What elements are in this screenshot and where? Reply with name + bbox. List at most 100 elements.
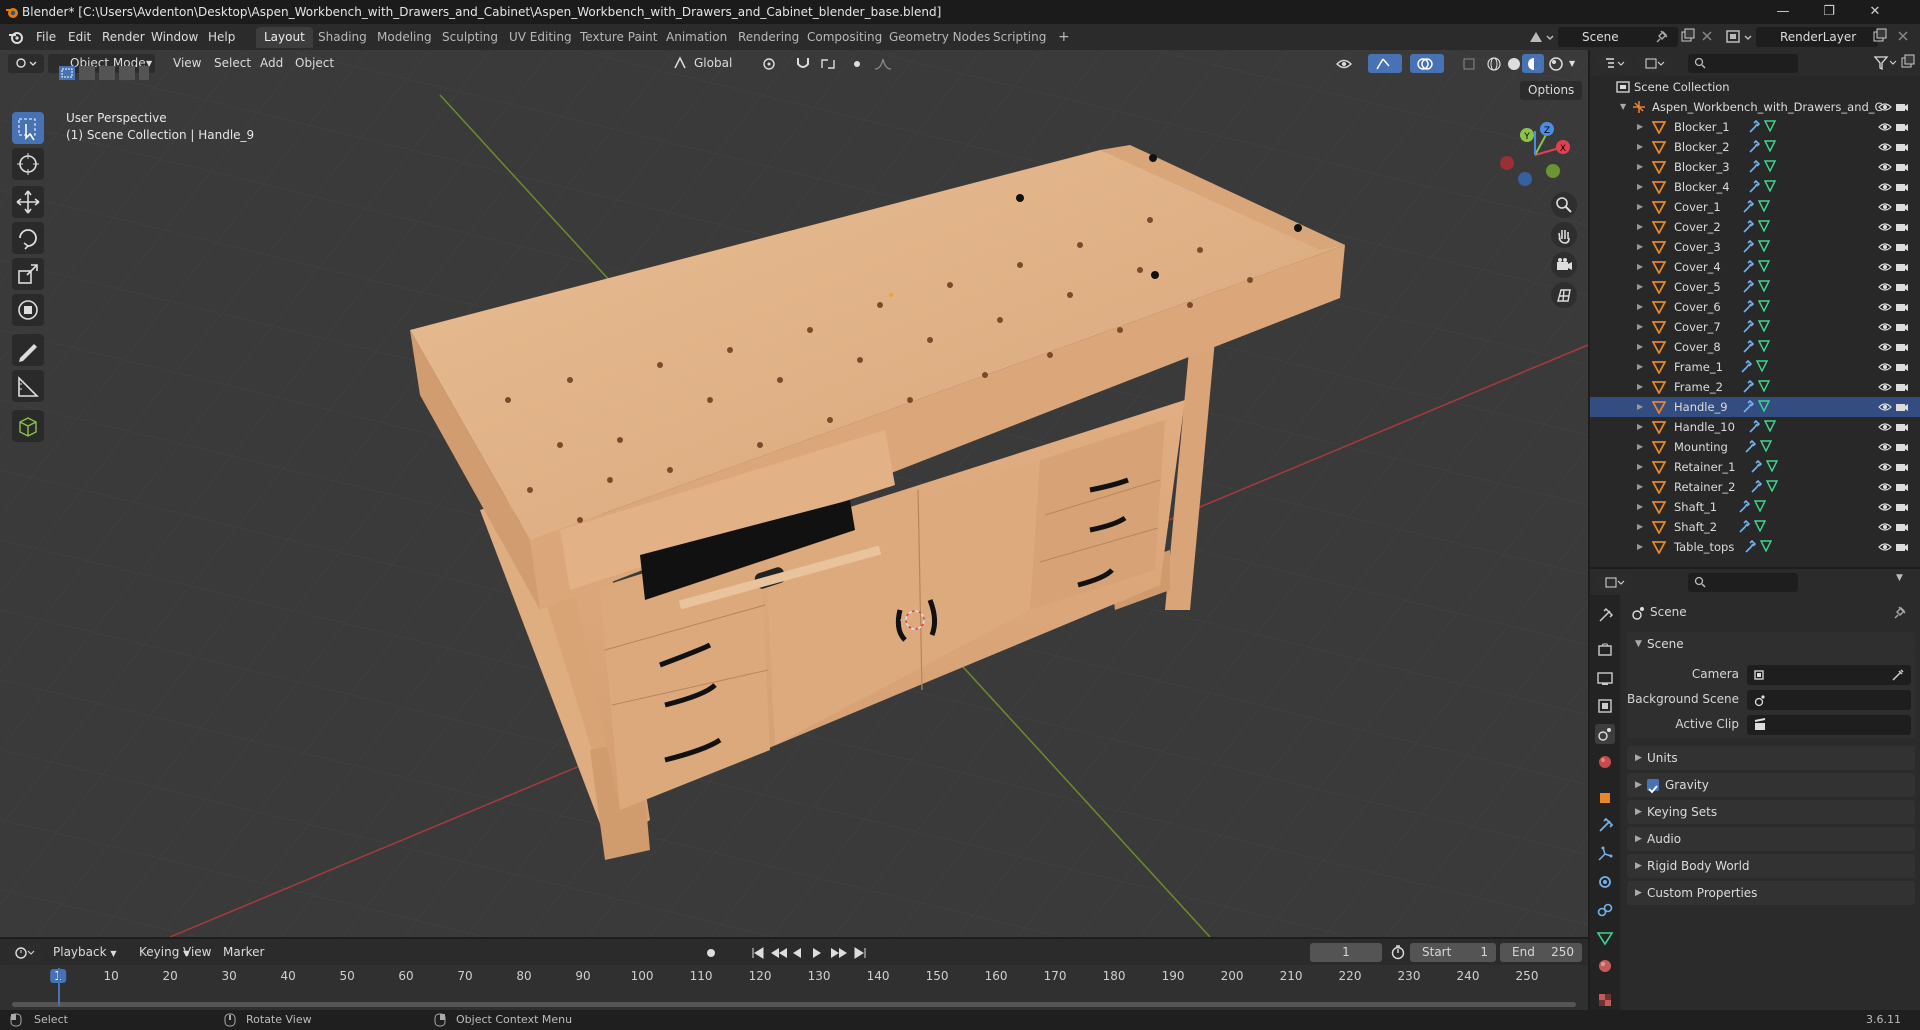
mesh-data-icon[interactable] xyxy=(1766,460,1778,472)
expand-triangle-icon[interactable]: ▶ xyxy=(1637,157,1643,177)
keying-sets-panel[interactable]: ▶ Keying Sets xyxy=(1627,800,1915,824)
mesh-data-icon[interactable] xyxy=(1764,180,1776,192)
data-tab-icon[interactable] xyxy=(1595,928,1615,948)
3d-viewport[interactable]: User Perspective (1) Scene Collection | … xyxy=(0,50,1588,937)
expand-triangle-icon[interactable]: ▶ xyxy=(1637,357,1643,377)
outliner-object-row[interactable]: ▶ Cover_8 xyxy=(1590,337,1920,357)
navigation-gizmo[interactable]: X Z Y xyxy=(1495,115,1575,195)
pan-hand-icon[interactable] xyxy=(1551,222,1577,248)
current-frame-field[interactable]: 1 xyxy=(1310,943,1382,962)
expand-triangle-icon[interactable]: ▶ xyxy=(1637,117,1643,137)
overlays-toggle-icon[interactable] xyxy=(1410,54,1444,73)
delete-scene-icon[interactable] xyxy=(1700,29,1714,43)
eye-icon[interactable] xyxy=(1878,280,1892,294)
eye-icon[interactable] xyxy=(1878,400,1892,414)
eye-icon[interactable] xyxy=(1878,540,1892,554)
gravity-checkbox[interactable] xyxy=(1647,779,1659,794)
render-camera-icon[interactable] xyxy=(1895,400,1909,414)
mesh-data-icon[interactable] xyxy=(1760,540,1772,552)
expand-triangle-icon[interactable]: ▼ xyxy=(1620,97,1626,117)
expand-triangle-icon[interactable]: ▶ xyxy=(1637,197,1643,217)
menu-help[interactable]: Help xyxy=(202,28,241,46)
expand-triangle-icon[interactable]: ▶ xyxy=(1637,537,1643,557)
particles-tab-icon[interactable] xyxy=(1595,844,1615,864)
outliner-object-row[interactable]: ▶ Retainer_1 xyxy=(1590,457,1920,477)
modifier-icon[interactable] xyxy=(1748,119,1761,134)
outliner-object-row[interactable]: ▶ Blocker_2 xyxy=(1590,137,1920,157)
eye-icon[interactable] xyxy=(1878,460,1892,474)
outliner-object-row[interactable]: ▶ Frame_1 xyxy=(1590,357,1920,377)
outliner-collection-row[interactable]: ▼ Aspen_Workbench_with_Drawers_and_C xyxy=(1590,97,1920,117)
object-tab-icon[interactable] xyxy=(1595,788,1615,808)
expand-triangle-icon[interactable]: ▶ xyxy=(1637,237,1643,257)
expand-triangle-icon[interactable]: ▶ xyxy=(1637,177,1643,197)
solid-shading-icon[interactable] xyxy=(1502,54,1522,73)
expand-triangle-icon[interactable]: ▶ xyxy=(1637,317,1643,337)
eye-icon[interactable] xyxy=(1878,320,1892,334)
camera-field[interactable] xyxy=(1747,665,1911,685)
falloff-icon[interactable] xyxy=(868,54,896,73)
expand-triangle-icon[interactable]: ▶ xyxy=(1637,517,1643,537)
camera-view-icon[interactable] xyxy=(1551,252,1577,278)
render-camera-icon[interactable] xyxy=(1895,440,1909,454)
timeline-scrollbar[interactable] xyxy=(12,1002,1576,1007)
tab-rendering[interactable]: Rendering xyxy=(730,27,807,48)
outliner-object-row[interactable]: ▶ Blocker_3 xyxy=(1590,157,1920,177)
tab-layout[interactable]: Layout xyxy=(256,27,313,48)
snap-icon[interactable] xyxy=(790,54,814,73)
mesh-data-icon[interactable] xyxy=(1758,260,1770,272)
menu-view[interactable]: View xyxy=(168,54,206,73)
wireframe-shading-icon[interactable] xyxy=(1482,54,1502,73)
eye-icon[interactable] xyxy=(1878,380,1892,394)
rendered-shading-icon[interactable] xyxy=(1544,54,1564,73)
menu-object[interactable]: Object xyxy=(290,54,339,73)
outliner-object-row[interactable]: ▶ Cover_6 xyxy=(1590,297,1920,317)
blender-menu-icon[interactable] xyxy=(8,30,24,44)
tool-tab-icon[interactable] xyxy=(1595,606,1615,626)
gravity-panel[interactable]: ▶ Gravity xyxy=(1627,773,1915,797)
transform-tool-icon[interactable] xyxy=(12,294,44,326)
new-scene-icon[interactable] xyxy=(1680,28,1696,44)
tab-animation[interactable]: Animation xyxy=(658,27,735,48)
modifier-icon[interactable] xyxy=(1742,379,1755,394)
renderlayer-selector-icon[interactable] xyxy=(1724,28,1754,46)
modifier-icon[interactable] xyxy=(1742,299,1755,314)
outliner-object-row[interactable]: ▶ Cover_3 xyxy=(1590,237,1920,257)
modifier-icon[interactable] xyxy=(1742,279,1755,294)
properties-editor-type-icon[interactable] xyxy=(1598,573,1632,592)
expand-triangle-icon[interactable]: ▶ xyxy=(1637,337,1643,357)
mesh-data-icon[interactable] xyxy=(1764,160,1776,172)
options-dropdown[interactable]: Options xyxy=(1520,81,1583,100)
menu-file[interactable]: File xyxy=(30,28,62,46)
end-frame-field[interactable]: End 250 xyxy=(1500,943,1582,962)
tab-uv-editing[interactable]: UV Editing xyxy=(501,27,580,48)
gizmo-toggle-icon[interactable] xyxy=(1368,54,1402,73)
tab-modeling[interactable]: Modeling xyxy=(369,27,440,48)
expand-triangle-icon[interactable]: ▶ xyxy=(1637,437,1643,457)
mesh-data-icon[interactable] xyxy=(1764,140,1776,152)
render-camera-icon[interactable] xyxy=(1895,200,1909,214)
modifier-icon[interactable] xyxy=(1740,359,1753,374)
filter-icon[interactable] xyxy=(1872,55,1900,71)
render-camera-icon[interactable] xyxy=(1895,140,1909,154)
mesh-data-icon[interactable] xyxy=(1760,440,1772,452)
outliner-search-input[interactable] xyxy=(1688,54,1798,73)
render-camera-icon[interactable] xyxy=(1895,540,1909,554)
modifier-icon[interactable] xyxy=(1748,139,1761,154)
proportional-edit-icon[interactable] xyxy=(846,54,866,73)
minimize-button[interactable]: — xyxy=(1760,0,1806,24)
menu-playback[interactable]: Playback ▼ xyxy=(48,943,122,962)
modifier-icon[interactable] xyxy=(1742,199,1755,214)
render-camera-icon[interactable] xyxy=(1895,420,1909,434)
modifier-icon[interactable] xyxy=(1742,319,1755,334)
editor-type-button[interactable] xyxy=(8,54,44,73)
render-camera-icon[interactable] xyxy=(1895,220,1909,234)
render-camera-icon[interactable] xyxy=(1895,520,1909,534)
add-cube-tool-icon[interactable] xyxy=(12,410,44,442)
mesh-data-icon[interactable] xyxy=(1758,320,1770,332)
eye-icon[interactable] xyxy=(1878,180,1892,194)
eyedropper-icon[interactable] xyxy=(1891,668,1905,682)
menu-window[interactable]: Window xyxy=(145,28,204,46)
shading-options-chevron-icon[interactable]: ▼ xyxy=(1564,54,1582,73)
render-camera-icon[interactable] xyxy=(1895,280,1909,294)
